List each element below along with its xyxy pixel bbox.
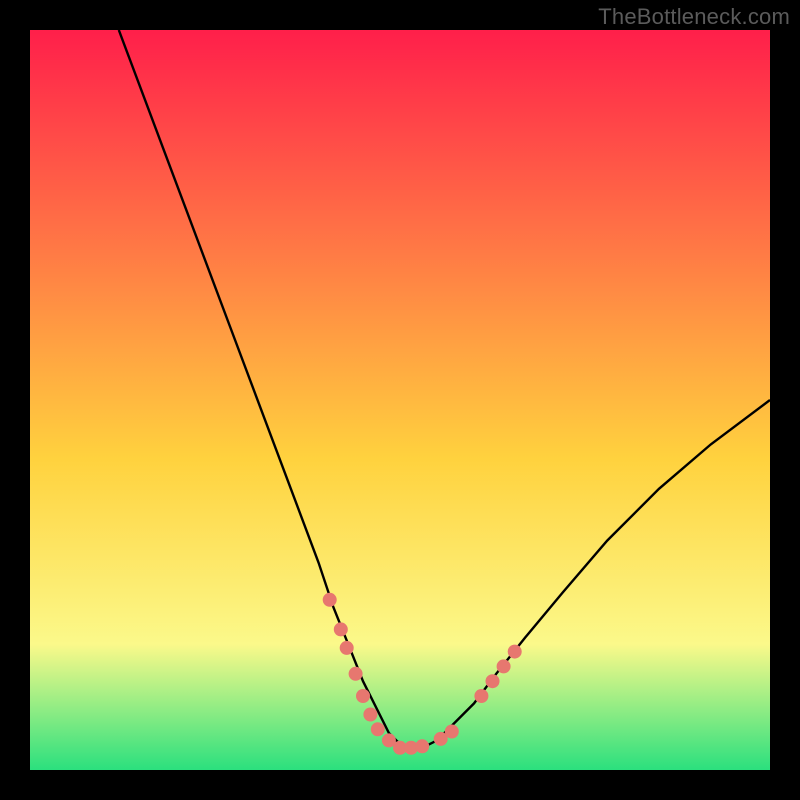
marker-point — [474, 689, 488, 703]
marker-point — [486, 674, 500, 688]
marker-point — [415, 739, 429, 753]
marker-point — [334, 622, 348, 636]
watermark-text: TheBottleneck.com — [598, 4, 790, 30]
marker-point — [356, 689, 370, 703]
marker-point — [445, 725, 459, 739]
marker-point — [340, 641, 354, 655]
marker-point — [508, 645, 522, 659]
gradient-background — [30, 30, 770, 770]
marker-point — [371, 722, 385, 736]
chart-frame — [30, 30, 770, 770]
marker-point — [497, 659, 511, 673]
marker-point — [349, 667, 363, 681]
marker-point — [323, 593, 337, 607]
marker-point — [363, 708, 377, 722]
chart-svg — [30, 30, 770, 770]
